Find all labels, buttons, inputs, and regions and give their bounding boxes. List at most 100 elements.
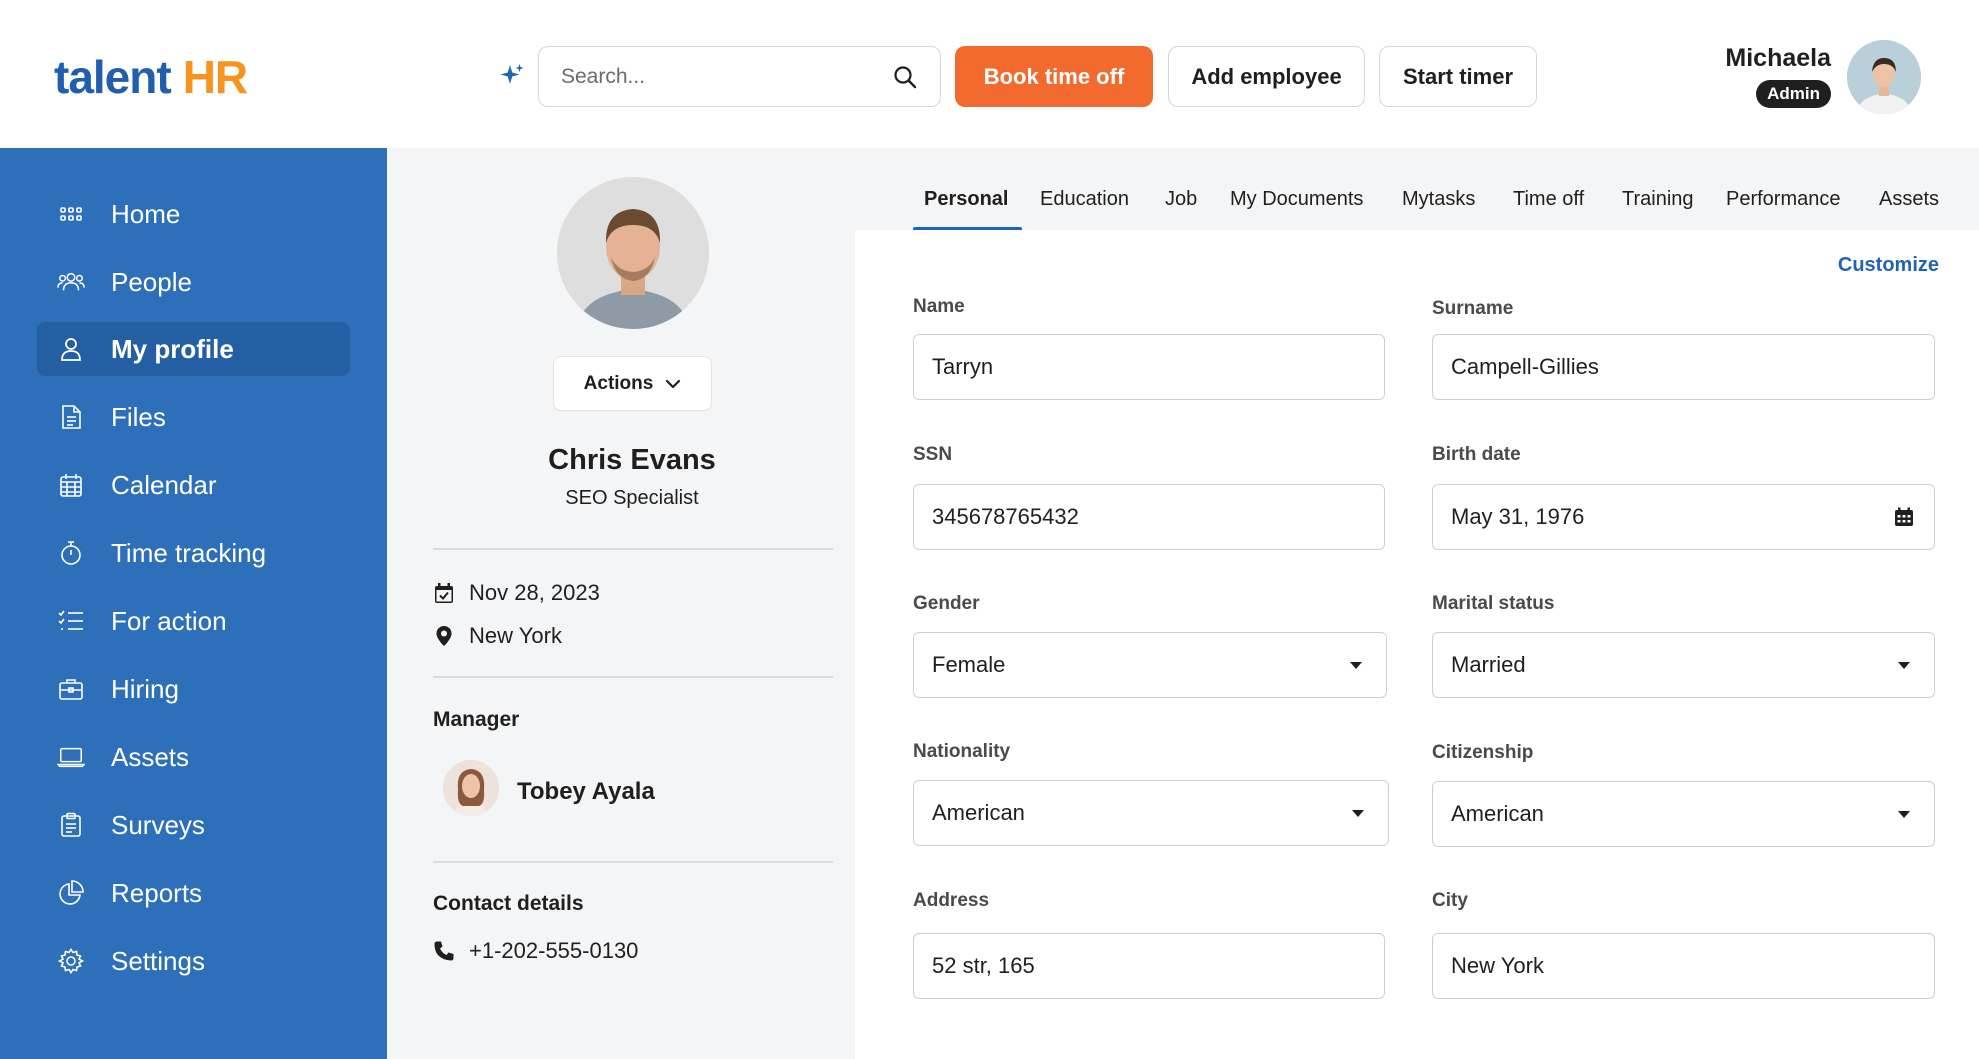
search-icon[interactable] (892, 64, 918, 90)
sidebar-item-assets[interactable]: Assets (37, 730, 350, 784)
sidebar-item-time-tracking[interactable]: Time tracking (37, 526, 350, 580)
manager-avatar-image (443, 760, 499, 816)
surname-input[interactable] (1451, 354, 1916, 380)
sidebar-item-label: For action (111, 605, 227, 636)
name-field[interactable] (913, 334, 1385, 400)
sidebar-item-hiring[interactable]: Hiring (37, 662, 350, 716)
tab-mytasks[interactable]: Mytasks (1402, 188, 1475, 211)
book-time-off-button[interactable]: Book time off (955, 46, 1153, 107)
user-avatar-image (1847, 40, 1921, 114)
sidebar-item-label: Home (111, 198, 181, 229)
sidebar-item-label: Time tracking (111, 537, 267, 568)
phone-icon (433, 940, 455, 962)
surname-label: Surname (1432, 298, 1514, 319)
sidebar-item-label: Surveys (111, 809, 205, 840)
city-input[interactable] (1451, 953, 1916, 979)
gender-select[interactable]: Female (913, 632, 1387, 698)
laptop-icon (57, 743, 85, 771)
add-employee-button[interactable]: Add employee (1168, 46, 1365, 107)
manager-avatar[interactable] (443, 760, 499, 816)
sidebar-item-surveys[interactable]: Surveys (37, 798, 350, 852)
search-input[interactable] (561, 64, 892, 89)
sidebar-item-calendar[interactable]: Calendar (37, 458, 350, 512)
address-input[interactable] (932, 953, 1366, 979)
sidebar-item-label: Hiring (111, 673, 179, 704)
sidebar-item-for-action[interactable]: For action (37, 594, 350, 648)
marital-status-value: Married (1451, 652, 1526, 677)
nationality-select[interactable]: American (913, 780, 1389, 846)
profile-date-row: Nov 28, 2023 (433, 580, 600, 606)
grid-icon (57, 200, 85, 228)
user-name: Michaela (1725, 44, 1831, 72)
nationality-value: American (932, 800, 1025, 825)
calendar-icon[interactable] (1892, 505, 1916, 529)
ai-sparkle-icon[interactable] (498, 62, 526, 90)
file-icon (57, 403, 85, 431)
customize-link[interactable]: Customize (1838, 254, 1939, 277)
start-timer-button[interactable]: Start timer (1379, 46, 1537, 107)
profile-location: New York (469, 623, 562, 648)
people-icon (57, 268, 85, 296)
surname-field[interactable] (1432, 334, 1935, 400)
tab-training[interactable]: Training (1622, 188, 1694, 211)
checklist-icon (57, 607, 85, 635)
search-box[interactable] (538, 46, 941, 107)
name-input[interactable] (932, 354, 1366, 380)
actions-dropdown-button[interactable]: Actions (553, 356, 712, 411)
sidebar-item-people[interactable]: People (37, 255, 350, 309)
calendar-icon (57, 471, 85, 499)
talenthr-logo[interactable]: talent HR (54, 50, 248, 104)
sidebar-item-label: Settings (111, 945, 205, 976)
marital-status-label: Marital status (1432, 593, 1555, 614)
sidebar-item-files[interactable]: Files (37, 390, 350, 444)
citizenship-label: Citizenship (1432, 742, 1534, 763)
birth-date-field[interactable]: May 31, 1976 (1432, 484, 1935, 550)
address-label: Address (913, 890, 990, 911)
tab-education[interactable]: Education (1040, 188, 1129, 211)
tab-job[interactable]: Job (1165, 188, 1197, 211)
ssn-field[interactable] (913, 484, 1385, 550)
sidebar-item-label: Calendar (111, 469, 217, 500)
profile-name: Chris Evans (548, 444, 716, 476)
gender-value: Female (932, 652, 1006, 677)
clipboard-icon (57, 811, 85, 839)
profile-job-title: SEO Specialist (565, 487, 699, 509)
divider (433, 676, 833, 678)
sidebar-item-reports[interactable]: Reports (37, 866, 350, 920)
phone-number[interactable]: +1-202-555-0130 (469, 938, 638, 964)
stopwatch-icon (57, 539, 85, 567)
address-field[interactable] (913, 933, 1385, 999)
sidebar-item-label: Assets (111, 741, 190, 772)
tab-performance[interactable]: Performance (1726, 188, 1841, 211)
birth-date-label: Birth date (1432, 444, 1521, 465)
chevron-down-icon (666, 379, 681, 388)
sidebar-item-label: Reports (111, 877, 203, 908)
user-avatar[interactable] (1847, 40, 1921, 114)
profile-avatar[interactable] (557, 177, 709, 329)
marital-status-select[interactable]: Married (1432, 632, 1935, 698)
user-icon (57, 335, 85, 363)
profile-summary-panel: Actions Chris Evans SEO Specialist Nov 2… (387, 148, 855, 1059)
profile-tabs: Personal Education Job My Documents Myta… (855, 148, 1979, 230)
divider (433, 548, 833, 550)
sidebar-item-home[interactable]: Home (37, 187, 350, 241)
contact-details-label: Contact details (433, 892, 584, 915)
dropdown-caret-icon (1892, 653, 1916, 677)
sidebar-item-settings[interactable]: Settings (37, 934, 350, 988)
citizenship-select[interactable]: American (1432, 781, 1935, 847)
tab-my-documents[interactable]: My Documents (1230, 188, 1363, 211)
tab-personal[interactable]: Personal (924, 188, 1008, 211)
manager-name[interactable]: Tobey Ayala (517, 778, 655, 806)
dropdown-caret-icon (1346, 801, 1370, 825)
tab-assets[interactable]: Assets (1879, 188, 1939, 211)
personal-info-form: Customize Name Surname SSN Birth date Ma… (855, 230, 1979, 1059)
city-field[interactable] (1432, 933, 1935, 999)
name-label: Name (913, 296, 965, 317)
tab-time-off[interactable]: Time off (1513, 188, 1584, 211)
sidebar-item-my-profile[interactable]: My profile (37, 322, 350, 376)
pie-chart-icon (57, 879, 85, 907)
calendar-check-icon (433, 582, 455, 604)
logo-text-hr: HR (182, 51, 248, 103)
profile-location-row: New York (433, 623, 562, 649)
ssn-input[interactable] (932, 504, 1366, 530)
